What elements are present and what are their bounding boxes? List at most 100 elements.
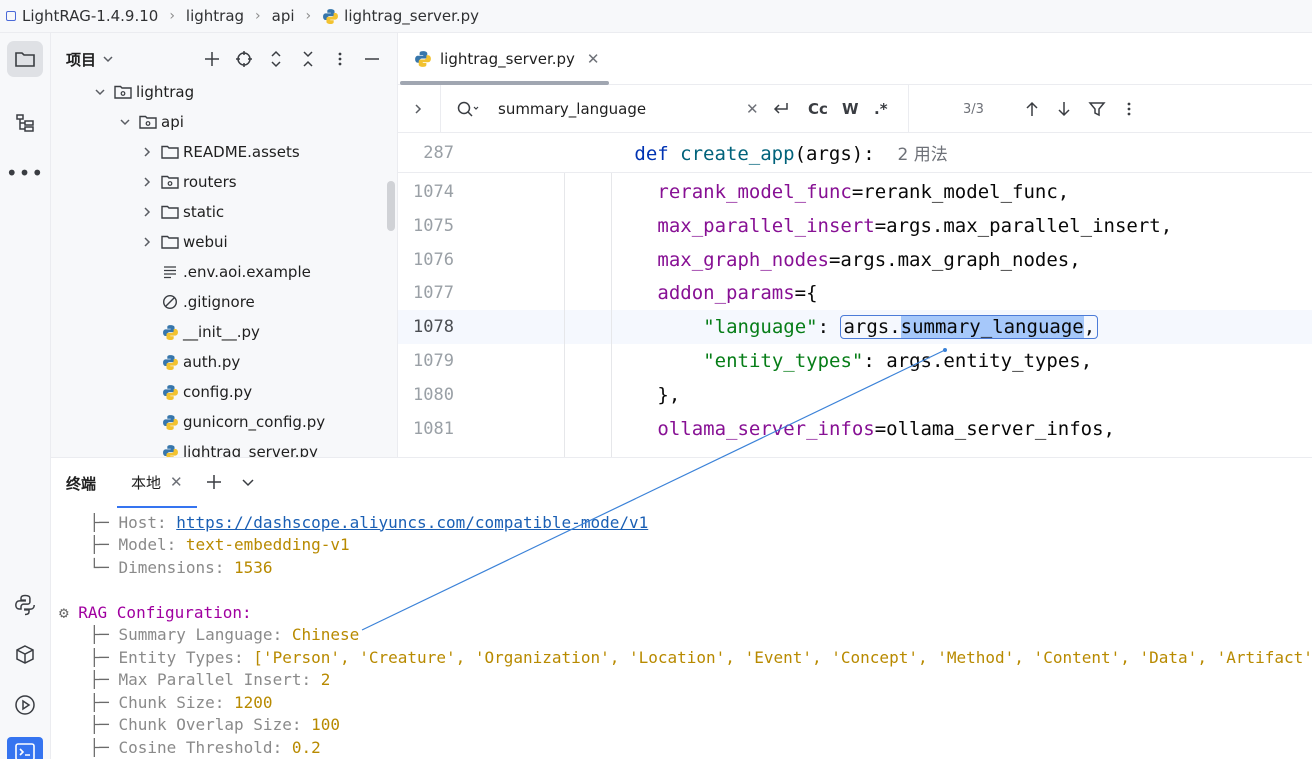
find-options-button[interactable] <box>1120 85 1138 133</box>
tree-item[interactable]: README.assets <box>139 137 300 167</box>
code-line[interactable]: 1080}, <box>398 378 1312 412</box>
tree-item[interactable]: .gitignore <box>139 287 255 317</box>
tree-branch: ├─ <box>51 535 119 554</box>
project-panel-title[interactable]: 项目 <box>66 49 96 70</box>
terminal-output[interactable]: ├─ Host: https://dashscope.aliyuncs.com/… <box>51 508 1312 759</box>
code-line[interactable]: 1081 ollama_server_infos=ollama_server_in… <box>398 412 1312 446</box>
terminal-value: text-embedding-v1 <box>185 535 350 554</box>
breadcrumb-file[interactable]: lightrag_server.py <box>344 7 479 25</box>
chevron-down-icon[interactable] <box>117 114 133 130</box>
terminal-icon <box>15 743 35 759</box>
packages-icon <box>16 645 34 664</box>
line-number: 1078 <box>413 317 454 338</box>
breadcrumb-api[interactable]: api <box>272 7 295 25</box>
tree-item[interactable]: .env.aoi.example <box>139 257 311 287</box>
toggle-replace-button[interactable] <box>412 85 424 133</box>
function-name: create_app <box>680 143 795 165</box>
tree-item[interactable]: webui <box>139 227 228 257</box>
code-text: , <box>1083 316 1096 339</box>
services-button[interactable] <box>7 687 43 723</box>
code-line[interactable]: 1075 max_parallel_insert=args.max_paralle… <box>398 209 1312 243</box>
tree-item[interactable]: auth.py <box>139 347 240 377</box>
editor-tab[interactable]: lightrag_server.py ✕ <box>398 33 610 85</box>
terminal-key: Summary Language: <box>118 625 292 644</box>
code-view[interactable]: 287 def create_app(args): 2 用法 1074 reran… <box>398 133 1312 457</box>
indent-guide <box>564 173 565 457</box>
tree-item[interactable]: lightrag_server.py <box>139 437 318 457</box>
terminal-title: 终端 <box>66 474 97 493</box>
folder-icon <box>161 143 179 161</box>
code-line[interactable]: 1078 "language": args.summary_language, <box>398 310 1312 345</box>
structure-tool-button[interactable] <box>7 105 43 141</box>
close-tab-icon[interactable]: ✕ <box>587 50 600 68</box>
terminal-tool-button[interactable] <box>7 737 43 759</box>
terminal-line: ├─ Max Parallel Insert: 2 <box>51 669 331 691</box>
line-number: 1077 <box>413 283 454 304</box>
more-icon: ••• <box>5 161 45 185</box>
tree-item[interactable]: routers <box>139 167 237 197</box>
chevron-right-icon: › <box>255 8 261 24</box>
sticky-function-header[interactable]: 287 def create_app(args): 2 用法 <box>398 133 1312 173</box>
code-line[interactable]: 1076 max_graph_nodes=args.max_graph_nodes… <box>398 243 1312 277</box>
tree-item[interactable]: gunicorn_config.py <box>139 407 325 437</box>
close-tab-icon[interactable]: ✕ <box>170 473 183 491</box>
chevron-right-icon[interactable] <box>139 204 155 220</box>
chevron-right-icon[interactable] <box>139 174 155 190</box>
python-icon <box>161 443 179 457</box>
project-tree-scrollbar[interactable] <box>387 181 395 231</box>
terminal-value: 0.2 <box>291 737 321 757</box>
tree-item-label: api <box>161 113 184 131</box>
code-text: =args.max_parallel_insert, <box>874 214 1173 237</box>
usages-hint[interactable]: 2 用法 <box>898 145 948 165</box>
tree-branch: ├─ <box>51 737 119 757</box>
new-terminal-button[interactable] <box>205 473 223 495</box>
terminal-panel: 终端 本地 ✕ ├─ Host: https://dashscope.aliyu… <box>51 457 1312 759</box>
expand-all-button[interactable] <box>264 47 288 71</box>
chevron-down-icon[interactable] <box>92 84 108 100</box>
tree-item-label: __init__.py <box>183 323 260 341</box>
more-tools-button[interactable]: ••• <box>5 155 45 191</box>
new-file-button[interactable] <box>200 47 224 71</box>
breadcrumb-project[interactable]: LightRAG-1.4.9.10 <box>22 7 158 25</box>
chevron-down-icon[interactable] <box>102 53 114 65</box>
chevron-right-icon[interactable] <box>139 144 155 160</box>
previous-match-button[interactable] <box>1024 85 1040 133</box>
next-match-button[interactable] <box>1056 85 1072 133</box>
terminal-tab[interactable]: 本地 ✕ <box>117 458 197 508</box>
line-number: 1076 <box>413 249 454 270</box>
terminal-line: ├─ Host: https://dashscope.aliyuncs.com/… <box>51 511 649 533</box>
tree-branch: ├─ <box>51 692 119 712</box>
breadcrumb-lightrag[interactable]: lightrag <box>186 7 244 25</box>
filter-button[interactable] <box>1088 85 1106 133</box>
code-text: =args.max_graph_nodes, <box>828 248 1081 271</box>
terminal-header: 终端 本地 ✕ <box>51 458 1312 508</box>
code-line[interactable]: 1077 addon_params={ <box>398 276 1312 310</box>
tree-item[interactable]: api <box>117 107 184 137</box>
line-number: 1081 <box>413 418 454 439</box>
terminal-link[interactable]: https://dashscope.aliyuncs.com/compatibl… <box>176 513 648 532</box>
chevron-right-icon[interactable] <box>139 234 155 250</box>
python-packages-button[interactable] <box>7 637 43 673</box>
search-history-button[interactable] <box>456 85 480 133</box>
options-button[interactable] <box>328 47 352 71</box>
project-tool-button[interactable] <box>7 41 43 77</box>
hide-panel-button[interactable] <box>360 47 384 71</box>
tree-item-label: static <box>183 203 225 221</box>
terminal-key: Chunk Overlap Size: <box>118 715 312 734</box>
collapse-all-button[interactable] <box>296 47 320 71</box>
tree-item[interactable]: __init__.py <box>139 317 260 347</box>
tree-item[interactable]: config.py <box>139 377 252 407</box>
project-icon <box>6 11 16 21</box>
code-param: ollama_server_infos <box>657 417 875 440</box>
terminal-dropdown-button[interactable] <box>241 475 255 493</box>
tree-item[interactable]: lightrag <box>92 77 194 107</box>
tree-item[interactable]: static <box>139 197 224 227</box>
tree-branch: ├─ <box>51 625 119 644</box>
python-console-button[interactable] <box>7 587 43 623</box>
locate-file-button[interactable] <box>232 47 256 71</box>
package-folder-icon <box>114 83 132 101</box>
code-line[interactable]: 1079 "entity_types": args.entity_types, <box>398 344 1312 378</box>
